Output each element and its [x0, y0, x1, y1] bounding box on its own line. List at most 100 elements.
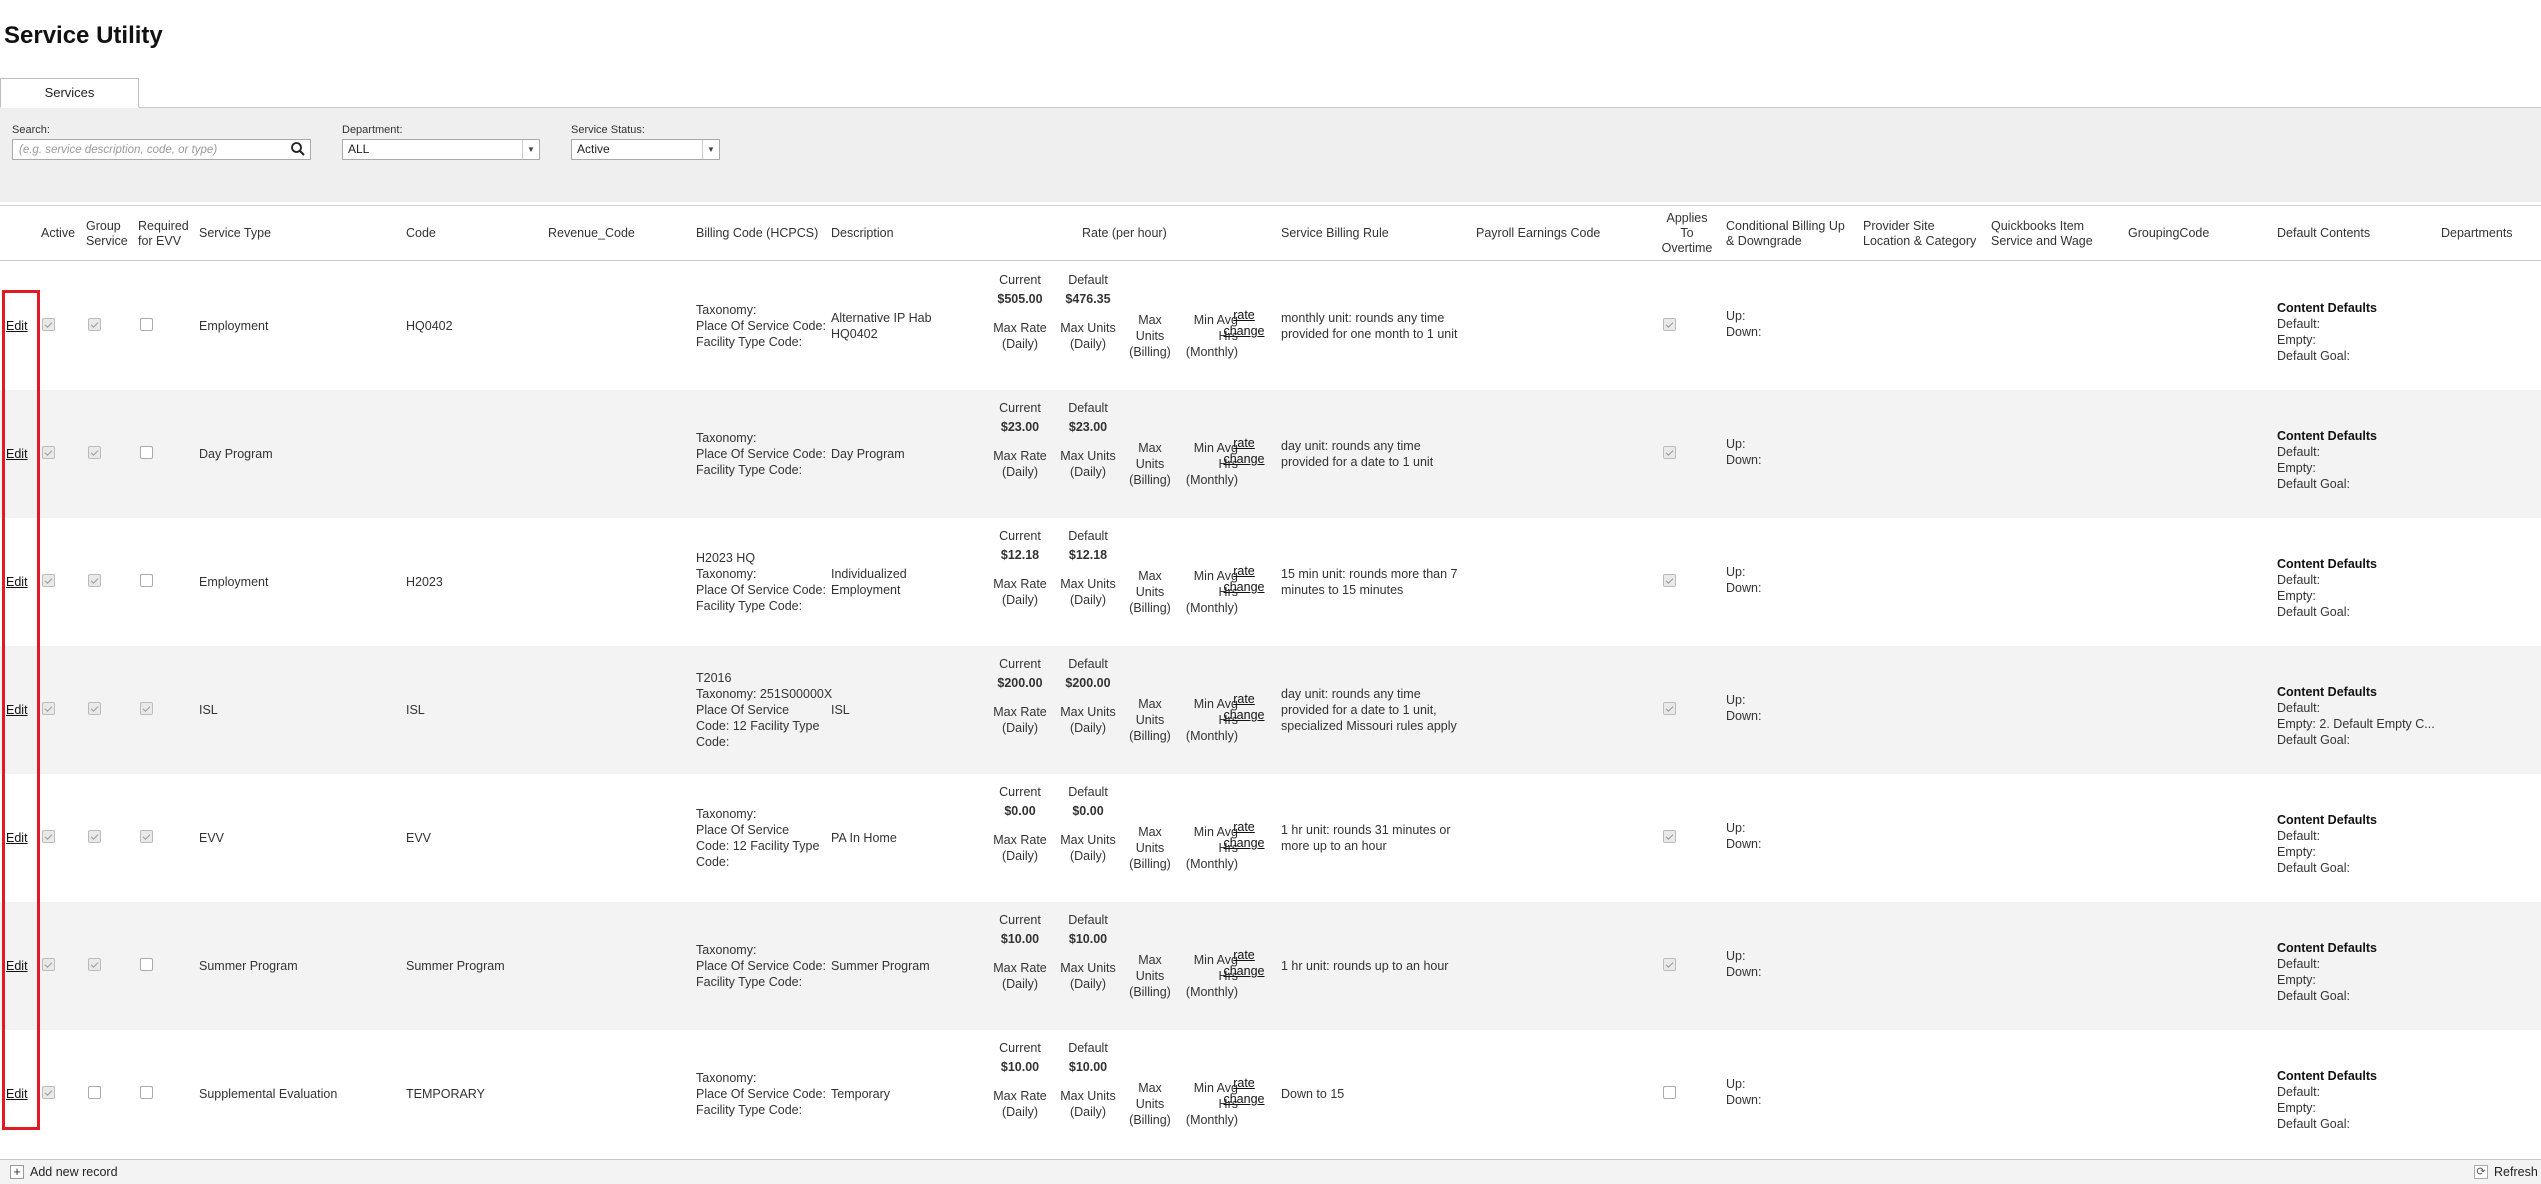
col-service-type[interactable]: Service Type [199, 206, 271, 261]
billing-rule-cell: Down to 15 [1281, 1030, 1476, 1158]
group-service-checkbox[interactable] [88, 574, 101, 587]
edit-link[interactable]: Edit [6, 318, 28, 334]
col-billing-rule[interactable]: Service Billing Rule [1281, 206, 1389, 261]
chevron-down-icon[interactable]: ▼ [522, 140, 539, 159]
billing-code-line: Facility Type Code: [696, 975, 803, 989]
rate-change-link[interactable]: rate change [1221, 947, 1267, 979]
max-units-daily-label: Max Units (Daily) [1051, 448, 1125, 480]
col-payroll-code[interactable]: Payroll Earnings Code [1476, 206, 1600, 261]
overtime-checkbox[interactable] [1663, 446, 1676, 459]
required-evv-checkbox[interactable] [140, 574, 153, 587]
col-grouping-code[interactable]: GroupingCode [2128, 206, 2209, 261]
billing-rule-lines: 15 min unit: rounds more than 7 minutes t… [1281, 566, 1458, 598]
refresh-button[interactable]: Refresh [2494, 1165, 2538, 1179]
rate-change-link[interactable]: rate change [1221, 691, 1267, 723]
group-service-checkbox[interactable] [88, 446, 101, 459]
rate-change-link[interactable]: rate change [1221, 563, 1267, 595]
tab-services[interactable]: Services [0, 78, 139, 108]
table-row[interactable]: Edit ISL ISL T2016 Taxonomy: 251S00000X Place… [0, 646, 2541, 774]
edit-link[interactable]: Edit [6, 574, 28, 590]
col-billing-code[interactable]: Billing Code (HCPCS) [696, 206, 818, 261]
active-checkbox[interactable] [42, 830, 55, 843]
table-row[interactable]: Edit Day Program Taxonomy: Place Of Service… [0, 390, 2541, 518]
overtime-checkbox[interactable] [1663, 1086, 1676, 1099]
rate-change-link[interactable]: rate change [1221, 435, 1267, 467]
service-type: EVV [199, 831, 225, 845]
billing-rule-cell: 1 hr unit: rounds up to an hour [1281, 902, 1476, 1030]
col-required-evv[interactable]: Required for EVV [138, 206, 189, 261]
chevron-down-icon[interactable]: ▼ [702, 140, 719, 159]
active-checkbox[interactable] [42, 702, 55, 715]
overtime-checkbox[interactable] [1663, 702, 1676, 715]
content-default: Default: [2277, 573, 2321, 587]
table-row[interactable]: Edit Employment H2023 H2023 HQ Taxonomy: Plac… [0, 518, 2541, 646]
department-select[interactable]: ALL ▼ [342, 139, 540, 160]
edit-link[interactable]: Edit [6, 958, 28, 974]
default-rate-label: Default [1068, 913, 1108, 927]
required-evv-checkbox[interactable] [140, 318, 153, 331]
refresh-icon[interactable]: ⟳ [2474, 1165, 2488, 1179]
add-icon[interactable]: + [10, 1165, 24, 1179]
col-provider-site[interactable]: Provider Site Location & Category [1863, 206, 1976, 261]
col-departments[interactable]: Departments [2441, 206, 2513, 261]
rate-change-link[interactable]: rate change [1221, 819, 1267, 851]
overtime-checkbox[interactable] [1663, 958, 1676, 971]
edit-link[interactable]: Edit [6, 446, 28, 462]
add-new-record-button[interactable]: Add new record [30, 1165, 118, 1179]
billing-code-lines: Taxonomy: Place Of Service Code: Facility … [696, 302, 826, 350]
edit-link[interactable]: Edit [6, 830, 28, 846]
billing-code-line: Taxonomy: [696, 943, 757, 957]
col-default-contents[interactable]: Default Contents [2277, 206, 2370, 261]
department-value: ALL [348, 142, 370, 156]
edit-link[interactable]: Edit [6, 702, 28, 718]
billing-rule-line: provided for a date to 1 unit, [1281, 703, 1437, 717]
group-service-checkbox[interactable] [88, 702, 101, 715]
required-evv-checkbox[interactable] [140, 830, 153, 843]
overtime-checkbox[interactable] [1663, 574, 1676, 587]
table-row[interactable]: Edit EVV EVV Taxonomy: Place Of Service Code:… [0, 774, 2541, 902]
col-active[interactable]: Active [41, 206, 75, 261]
rate-change-link[interactable]: rate change [1221, 1075, 1267, 1107]
content-defaults: Content Defaults Default: Empty: Default G… [2277, 940, 2437, 1004]
label-line: (Monthly) [1185, 1113, 1238, 1127]
active-checkbox[interactable] [42, 574, 55, 587]
edit-link[interactable]: Edit [6, 1086, 28, 1102]
required-evv-checkbox[interactable] [140, 958, 153, 971]
search-input[interactable] [13, 140, 283, 159]
active-checkbox[interactable] [42, 318, 55, 331]
active-checkbox[interactable] [42, 958, 55, 971]
col-quickbooks[interactable]: Quickbooks Item Service and Wage [1991, 206, 2093, 261]
header-line: Service [86, 233, 128, 248]
col-description[interactable]: Description [831, 206, 894, 261]
col-rate[interactable]: Rate (per hour) [1082, 206, 1167, 261]
active-checkbox[interactable] [42, 1086, 55, 1099]
col-code[interactable]: Code [406, 206, 436, 261]
col-conditional-billing[interactable]: Conditional Billing Up & Downgrade [1726, 206, 1845, 261]
rate-change-link[interactable]: rate change [1221, 307, 1267, 339]
overtime-checkbox[interactable] [1663, 830, 1676, 843]
table-row[interactable]: Edit Employment HQ0402 Taxonomy: Place Of Se… [0, 262, 2541, 390]
active-checkbox[interactable] [42, 446, 55, 459]
edit-cell: Edit [6, 646, 28, 774]
col-overtime[interactable]: Applies To Overtime [1658, 206, 1716, 261]
table-row[interactable]: Edit Supplemental Evaluation TEMPORARY Taxo… [0, 1030, 2541, 1158]
group-service-checkbox[interactable] [88, 958, 101, 971]
required-evv-checkbox[interactable] [140, 702, 153, 715]
table-row[interactable]: Edit Summer Program Summer Program Taxonomy… [0, 902, 2541, 1030]
group-service-checkbox[interactable] [88, 830, 101, 843]
label-line: rate [1233, 820, 1255, 834]
status-select[interactable]: Active ▼ [571, 139, 720, 160]
col-group-service[interactable]: Group Service [86, 206, 128, 261]
col-revenue-code[interactable]: Revenue_Code [548, 206, 635, 261]
content-default: Default: [2277, 445, 2321, 459]
label-line: (Daily) [1069, 1105, 1107, 1119]
search-icon[interactable] [290, 141, 308, 158]
billing-code-line: Code: [696, 735, 730, 749]
overtime-checkbox[interactable] [1663, 318, 1676, 331]
required-evv-checkbox[interactable] [140, 1086, 153, 1099]
group-service-checkbox[interactable] [88, 318, 101, 331]
group-service-checkbox[interactable] [88, 1086, 101, 1099]
required-evv-checkbox[interactable] [140, 446, 153, 459]
header-line: Overtime [1661, 241, 1713, 255]
label-line: Max Rate [993, 577, 1047, 591]
